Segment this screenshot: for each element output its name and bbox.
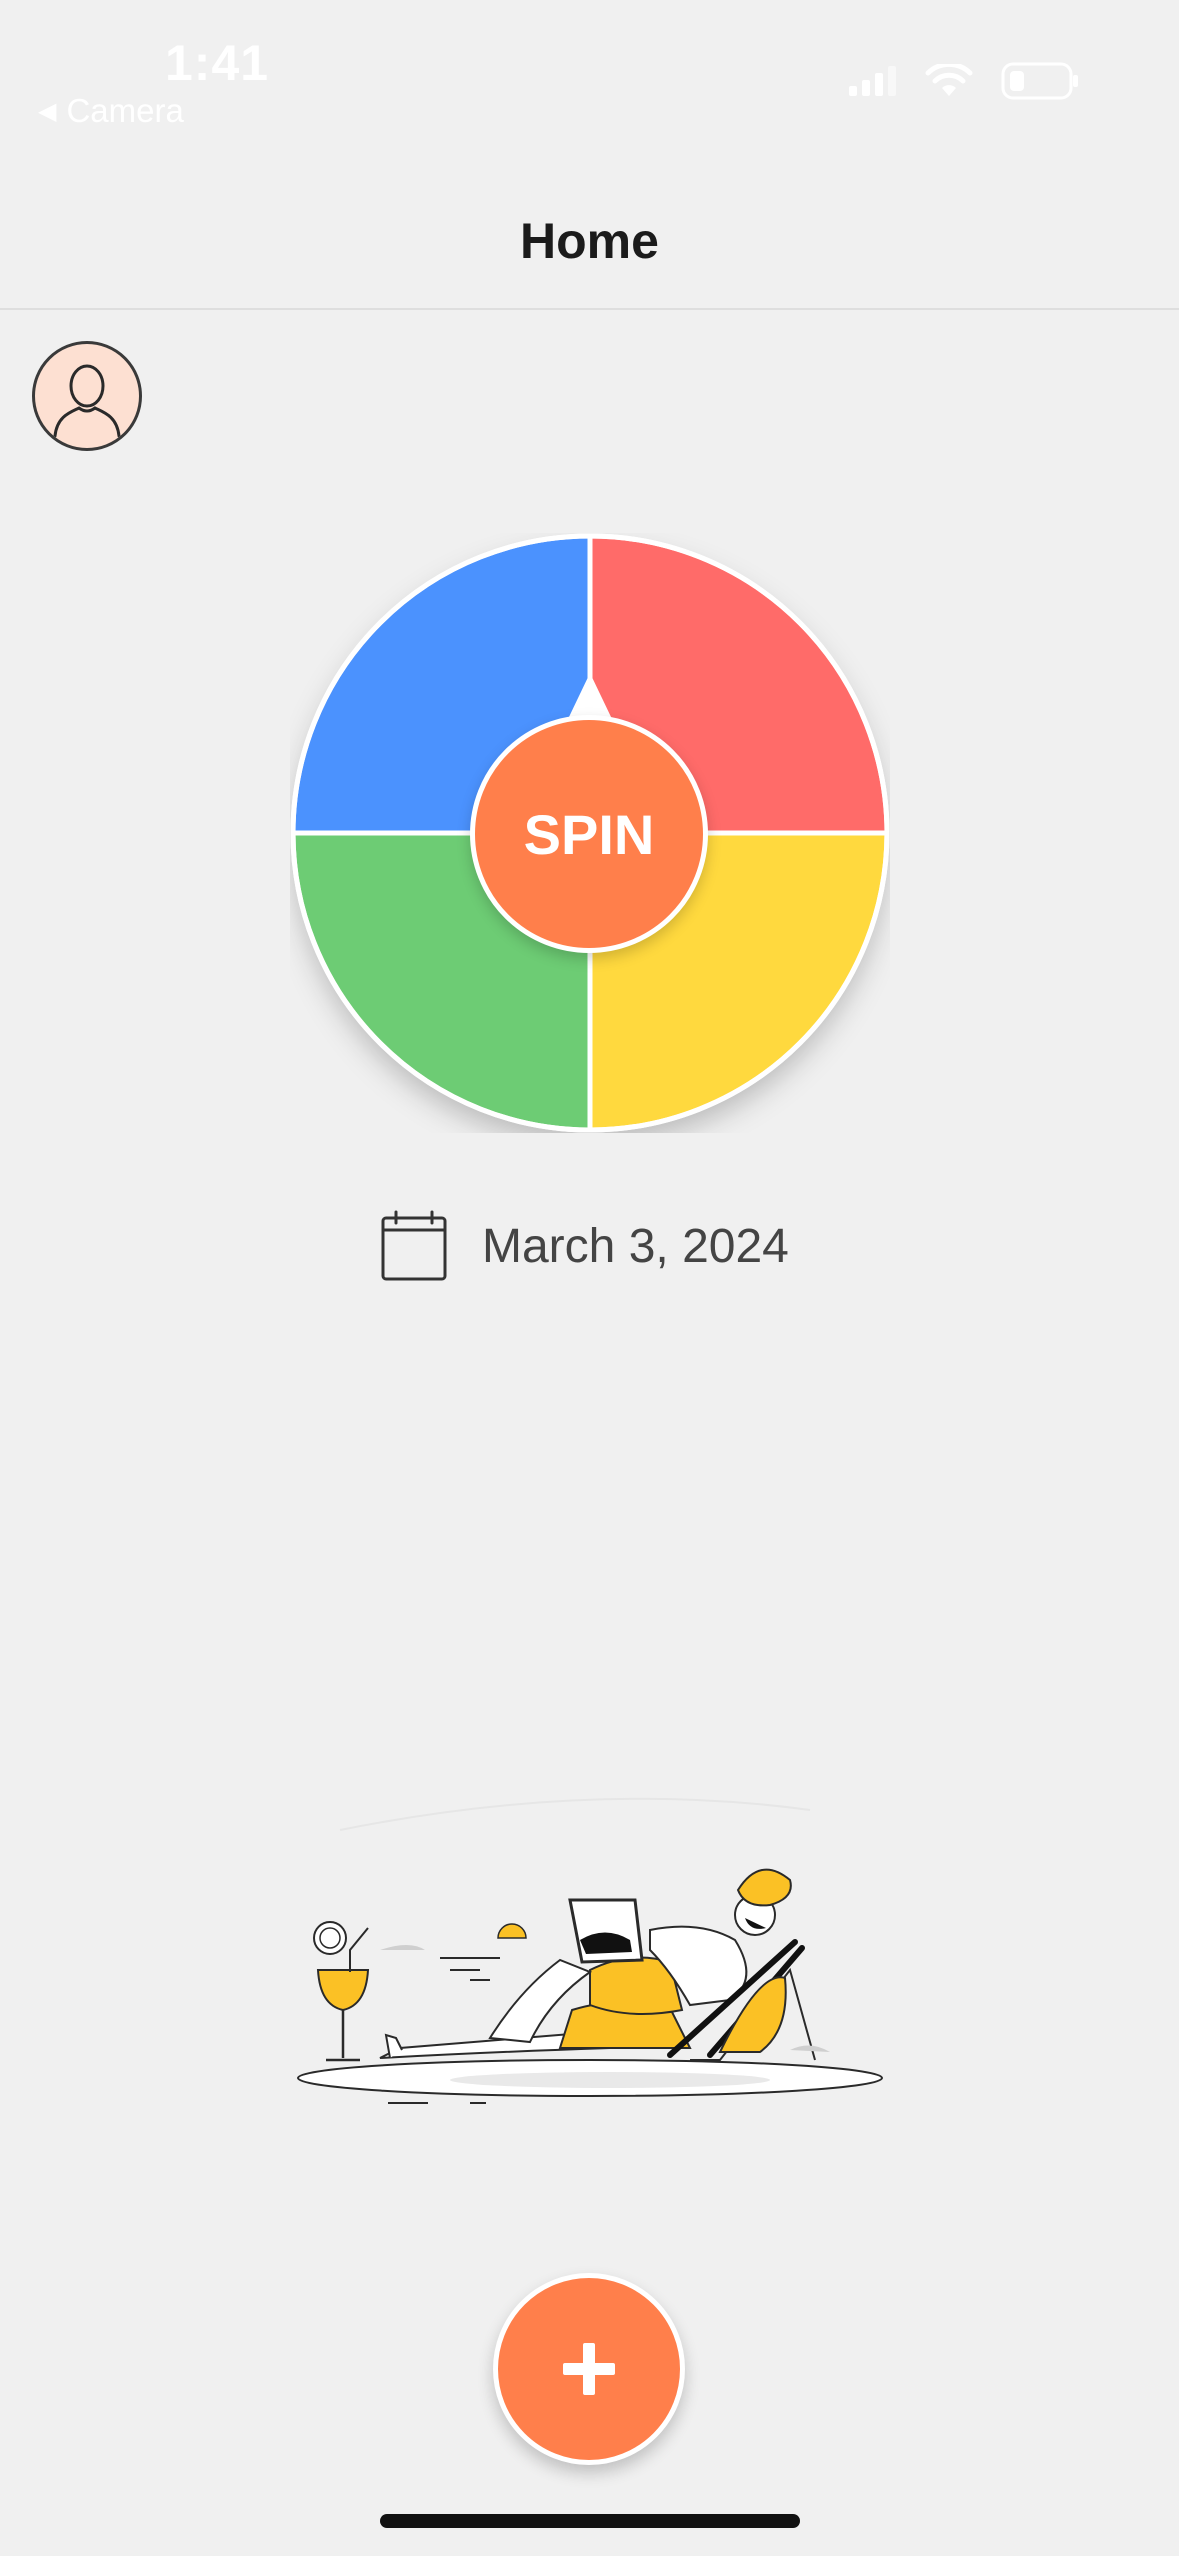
wifi-icon [925, 64, 973, 96]
back-to-camera-link[interactable]: ◀ Camera [38, 92, 184, 130]
back-arrow-icon: ◀ [38, 97, 57, 125]
status-time: 1:41 [165, 35, 270, 91]
battery-icon [1001, 62, 1078, 100]
date-text: March 3, 2024 [482, 1219, 789, 1273]
status-icons [849, 62, 1079, 100]
status-bar: 1:41 ◀ Camera [0, 0, 1179, 150]
add-button[interactable] [493, 2273, 685, 2465]
date-display[interactable]: March 3, 2024 [380, 1210, 789, 1282]
profile-avatar-button[interactable] [32, 341, 142, 451]
home-indicator [380, 2514, 800, 2528]
user-icon [53, 364, 121, 438]
plus-icon [563, 2343, 615, 2395]
cellular-signal-icon [849, 66, 896, 96]
calendar-icon [381, 1210, 447, 1281]
back-label: Camera [66, 92, 184, 129]
relaxing-beach-illustration [297, 1797, 883, 2104]
navigation-bar: Home [0, 150, 1179, 310]
spin-label: SPIN [523, 802, 655, 866]
spin-button[interactable]: SPIN [470, 715, 708, 953]
page-title: Home [520, 213, 659, 269]
